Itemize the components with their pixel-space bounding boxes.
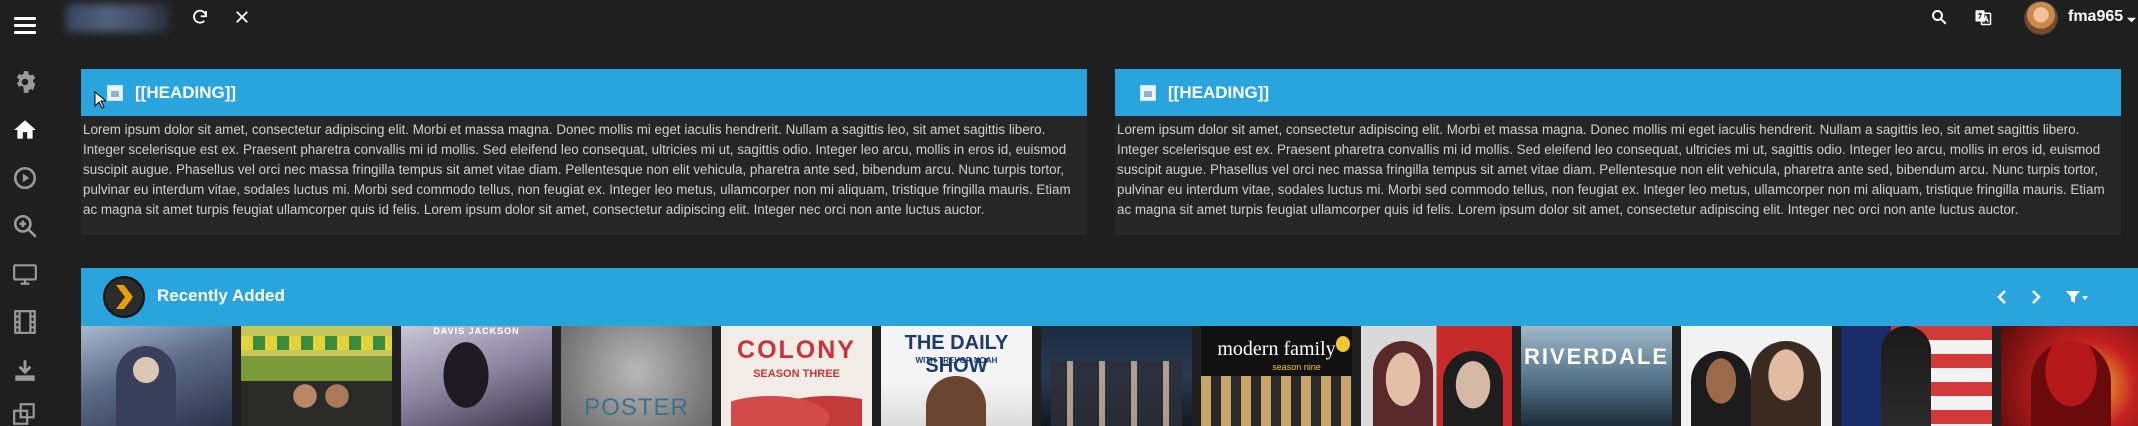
filter-icon[interactable] — [2062, 285, 2092, 309]
poster[interactable] — [1041, 326, 1192, 426]
monitor-icon[interactable] — [11, 260, 39, 288]
poster[interactable] — [241, 326, 392, 426]
poster[interactable] — [81, 326, 232, 426]
poster[interactable]: RIVERDALE — [1521, 326, 1672, 426]
poster[interactable]: COLONY SEASON THREE — [721, 326, 872, 426]
broken-image-icon — [107, 84, 123, 101]
search-icon[interactable] — [1928, 6, 1950, 28]
poster[interactable] — [1681, 326, 1832, 426]
poster-caption: POSTER — [584, 394, 689, 421]
poster-caption: modern family — [1217, 338, 1336, 360]
poster[interactable] — [1361, 326, 1512, 426]
heading-panel: [[HEADING]] Lorem ipsum dolor sit amet, … — [81, 69, 1087, 235]
panel-header: [[HEADING]] — [81, 69, 1087, 116]
sidebar — [0, 34, 50, 426]
poster[interactable]: DAVIS JACKSON — [401, 326, 552, 426]
poster-caption: RIVERDALE — [1523, 344, 1670, 369]
poster-subcaption: WITH TREVOR NOAH — [915, 356, 998, 365]
close-icon[interactable] — [231, 6, 253, 28]
cursor-icon — [94, 90, 108, 114]
refresh-icon[interactable] — [189, 6, 211, 28]
chevron-right-icon[interactable] — [2024, 285, 2048, 309]
heading-panel: [[HEADING]] Lorem ipsum dolor sit amet, … — [1115, 69, 2121, 235]
menu-icon[interactable] — [14, 17, 36, 35]
zoom-icon[interactable] — [11, 212, 39, 240]
poster-subcaption: season nine — [1272, 362, 1321, 372]
panel-body: Lorem ipsum dolor sit amet, consectetur … — [83, 122, 1071, 217]
posters-row: DAVIS JACKSON POSTER COLONY SEASON THREE… — [81, 326, 2138, 426]
poster[interactable] — [2001, 326, 2138, 426]
chevron-left-icon[interactable] — [1990, 285, 2014, 309]
poster[interactable]: modern family season nine — [1201, 326, 1352, 426]
caret-down-icon[interactable] — [2125, 8, 2137, 30]
home-icon[interactable] — [11, 116, 39, 144]
poster-caption: DAVIS JACKSON — [433, 326, 520, 336]
recently-added-title: Recently Added — [157, 286, 285, 305]
recently-added-header: Recently Added — [81, 268, 2138, 326]
panel-header: [[HEADING]] — [1115, 69, 2121, 116]
logo[interactable] — [66, 4, 170, 32]
top-bar: fma965 — [0, 0, 2138, 35]
poster[interactable] — [1841, 326, 1992, 426]
username[interactable]: fma965 — [2068, 8, 2123, 26]
layers-icon[interactable] — [11, 400, 39, 426]
poster-caption: THE DAILY SHOW — [904, 332, 1009, 377]
panel-title: [[HEADING]] — [1168, 82, 1270, 102]
play-icon[interactable] — [11, 164, 39, 192]
film-icon[interactable] — [11, 308, 39, 336]
broken-image-icon — [1140, 84, 1156, 101]
poster[interactable]: THE DAILY SHOW WITH TREVOR NOAH — [881, 326, 1032, 426]
panel-title: [[HEADING]] — [135, 82, 237, 102]
poster[interactable]: POSTER — [561, 326, 712, 426]
avatar[interactable] — [2024, 1, 2058, 35]
poster-caption: COLONY — [737, 336, 856, 364]
poster-subcaption: SEASON THREE — [753, 368, 840, 380]
translate-icon[interactable] — [1972, 6, 1994, 28]
download-icon[interactable] — [11, 356, 39, 384]
plex-icon — [103, 276, 145, 318]
panel-body: Lorem ipsum dolor sit amet, consectetur … — [1117, 122, 2105, 217]
gear-icon[interactable] — [11, 68, 39, 96]
